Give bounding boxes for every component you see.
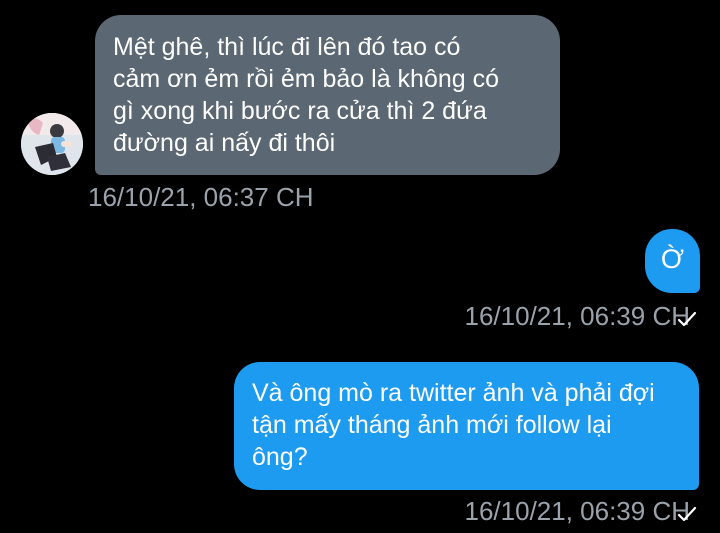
timestamp-text: 16/10/21, 06:39 CH [464, 496, 691, 526]
sender-avatar[interactable] [21, 113, 83, 175]
checkmark-icon [677, 506, 697, 522]
incoming-message-bubble[interactable]: Mệt ghê, thì lúc đi lên đó tao có cảm ơn… [95, 15, 560, 175]
message-timestamp: 16/10/21, 06:39 CH [465, 301, 691, 331]
checkmark-icon [677, 311, 697, 327]
outgoing-message-bubble[interactable]: Ờ [645, 229, 700, 293]
message-timestamp: 16/10/21, 06:37 CH [88, 182, 314, 212]
avatar-photo-icon [21, 113, 83, 175]
timestamp-text: 16/10/21, 06:39 CH [464, 301, 691, 331]
outgoing-message-bubble[interactable]: Và ông mò ra twitter ảnh và phải đợi tận… [234, 362, 699, 490]
message-timestamp: 16/10/21, 06:39 CH [465, 496, 691, 526]
